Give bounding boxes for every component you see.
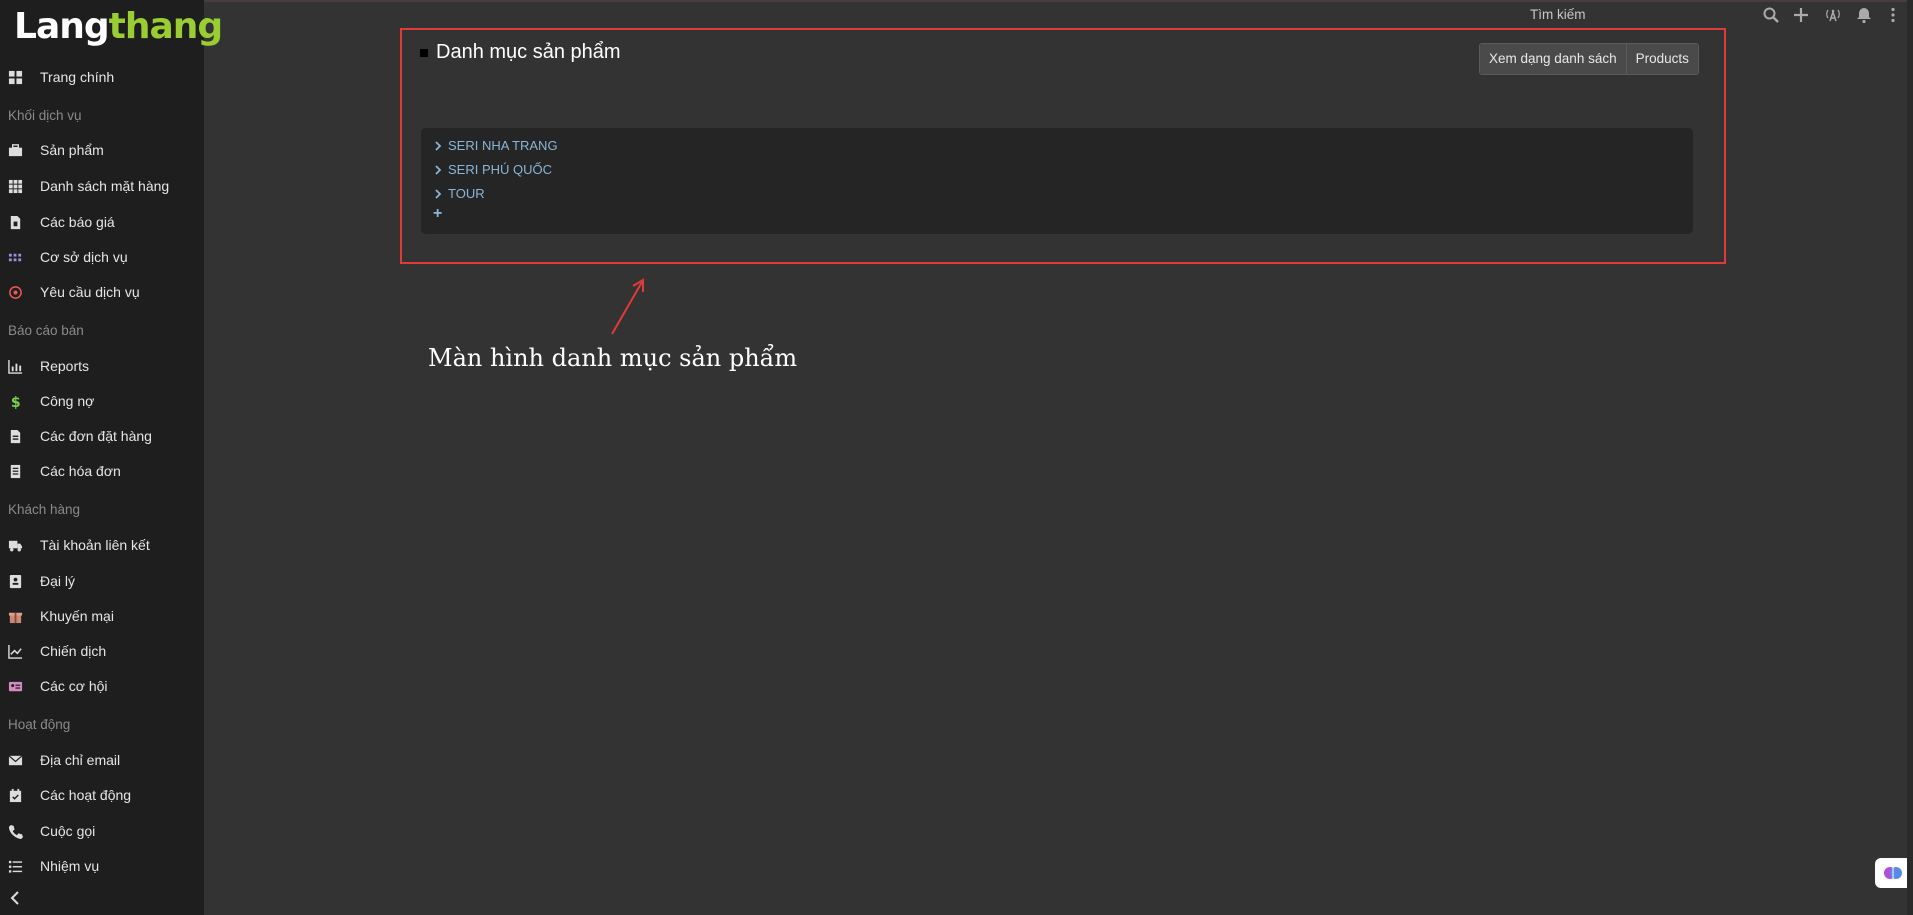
- sidebar-item-service-facilities[interactable]: Cơ sở dịch vụ: [0, 242, 204, 272]
- sidebar-item-label: Yêu cầu dịch vụ: [40, 284, 140, 300]
- section-heading: Hoạt động: [8, 717, 71, 732]
- invoice-icon: [7, 463, 23, 479]
- bell-icon[interactable]: [1855, 6, 1873, 24]
- plus-icon[interactable]: [1792, 6, 1810, 24]
- sidebar-item-activities[interactable]: Các hoạt động: [0, 780, 204, 810]
- sidebar-item-label: Các báo giá: [40, 214, 115, 230]
- task-list-icon: [7, 858, 23, 874]
- envelope-icon: [7, 752, 23, 768]
- sidebar: Langthang Trang chính Khối dịch vụ Sản p…: [0, 0, 223, 915]
- logo[interactable]: Langthang: [14, 6, 224, 47]
- sidebar-item-label: Công nợ: [40, 393, 95, 409]
- sidebar-item-orders[interactable]: Các đơn đặt hàng: [0, 421, 204, 451]
- sidebar-item-products[interactable]: Sản phẩm: [0, 135, 204, 165]
- tree-item-seri-nha-trang[interactable]: SERI NHA TRANG: [433, 138, 558, 153]
- agent-card-icon: [7, 573, 23, 589]
- sidebar-item-debts[interactable]: $ Công nợ: [0, 386, 204, 416]
- section-heading: Khối dịch vụ: [8, 108, 82, 123]
- chevron-right-icon: [435, 140, 442, 151]
- sidebar-item-label: Cuộc gọi: [40, 823, 96, 839]
- dollar-icon: $: [7, 393, 23, 409]
- category-tree: SERI NHA TRANG SERI PHÚ QUỐC TOUR +: [421, 128, 1693, 234]
- sidebar-item-campaigns[interactable]: Chiến dịch: [0, 636, 204, 666]
- sidebar-item-label: Các hoạt động: [40, 787, 132, 803]
- sidebar-item-label: Khuyến mại: [40, 608, 114, 624]
- grid-list-icon: [7, 178, 23, 194]
- sidebar-item-home[interactable]: Trang chính: [0, 62, 204, 92]
- sidebar-item-label: Các hóa đơn: [40, 463, 121, 479]
- sidebar-item-label: Các đơn đặt hàng: [40, 428, 152, 444]
- tree-item-label: SERI PHÚ QUỐC: [448, 162, 553, 177]
- sidebar-item-label: Các cơ hội: [40, 678, 108, 694]
- sidebar-item-label: Reports: [40, 358, 90, 374]
- line-chart-icon: [7, 643, 23, 659]
- tree-item-label: SERI NHA TRANG: [448, 138, 558, 153]
- page-title-text: Danh mục sản phẩm: [436, 41, 621, 63]
- sidebar-item-item-list[interactable]: Danh sách mặt hàng: [0, 171, 204, 201]
- gift-icon: [7, 608, 23, 624]
- collapse-sidebar-icon[interactable]: [8, 890, 24, 906]
- sidebar-item-label: Địa chỉ email: [40, 752, 121, 768]
- list-view-button[interactable]: Xem dạng danh sách: [1480, 44, 1626, 74]
- grid-icon: [7, 69, 23, 85]
- logo-text-part1: Lang: [14, 6, 110, 47]
- sidebar-item-label: Trang chính: [40, 69, 115, 85]
- sidebar-item-service-requests[interactable]: Yêu cầu dịch vụ: [0, 277, 204, 307]
- sidebar-item-opportunities[interactable]: Các cơ hội: [0, 671, 204, 701]
- view-button-group: Xem dạng danh sách Products: [1479, 43, 1699, 75]
- sidebar-item-label: Sản phẩm: [40, 142, 104, 158]
- target-icon: [7, 284, 23, 300]
- briefcase-icon: [7, 142, 23, 158]
- calendar-check-icon: [7, 787, 23, 803]
- logo-text-part2: thang: [108, 6, 224, 47]
- sidebar-item-reports[interactable]: Reports: [0, 351, 204, 381]
- broadcast-icon[interactable]: [1824, 6, 1842, 24]
- chevron-right-icon: [435, 164, 442, 175]
- id-card-icon: [7, 678, 23, 694]
- tree-item-label: TOUR: [448, 186, 485, 201]
- bar-chart-icon: [7, 358, 23, 374]
- annotation-arrow: [611, 278, 644, 335]
- sidebar-item-quotes[interactable]: Các báo giá: [0, 207, 204, 237]
- page-title: Danh mục sản phẩm: [420, 41, 621, 64]
- top-border: [0, 0, 1913, 2]
- order-doc-icon: [7, 428, 23, 444]
- search-label[interactable]: Tìm kiếm: [1530, 7, 1586, 22]
- truck-icon: [7, 537, 23, 553]
- svg-text:$: $: [10, 395, 20, 409]
- add-category-button[interactable]: +: [433, 206, 445, 222]
- sidebar-item-agents[interactable]: Đại lý: [0, 566, 204, 596]
- assistant-brain-button[interactable]: [1875, 858, 1911, 888]
- sidebar-item-label: Đại lý: [40, 573, 76, 589]
- document-icon: [7, 214, 23, 230]
- square-icon: [420, 48, 428, 57]
- products-button[interactable]: Products: [1625, 44, 1698, 74]
- sidebar-item-label: Cơ sở dịch vụ: [40, 249, 128, 265]
- annotation-caption: Màn hình danh mục sản phẩm: [428, 344, 798, 372]
- phone-icon: [7, 823, 23, 839]
- sidebar-item-linked-accounts[interactable]: Tài khoản liên kết: [0, 530, 204, 560]
- sidebar-item-invoices[interactable]: Các hóa đơn: [0, 456, 204, 486]
- tree-item-tour[interactable]: TOUR: [433, 186, 485, 201]
- sidebar-item-label: Danh sách mặt hàng: [40, 178, 170, 194]
- search-icon[interactable]: [1762, 6, 1780, 24]
- scrollbar[interactable]: [1907, 0, 1913, 915]
- sidebar-item-tasks[interactable]: Nhiệm vụ: [0, 851, 204, 881]
- section-heading: Báo cáo bán: [8, 323, 84, 338]
- sidebar-item-calls[interactable]: Cuộc gọi: [0, 816, 204, 846]
- sidebar-item-email-addresses[interactable]: Địa chỉ email: [0, 745, 204, 775]
- sidebar-item-label: Tài khoản liên kết: [40, 537, 150, 553]
- dots-grid-icon: [7, 249, 23, 265]
- section-heading: Khách hàng: [8, 502, 81, 517]
- sidebar-item-label: Chiến dịch: [40, 643, 107, 659]
- brain-icon: [1884, 867, 1902, 879]
- chevron-right-icon: [435, 188, 442, 199]
- sidebar-item-promotions[interactable]: Khuyến mại: [0, 601, 204, 631]
- tree-item-seri-phu-quoc[interactable]: SERI PHÚ QUỐC: [433, 162, 552, 177]
- more-vertical-icon[interactable]: [1884, 6, 1902, 24]
- sidebar-item-label: Nhiệm vụ: [40, 858, 100, 874]
